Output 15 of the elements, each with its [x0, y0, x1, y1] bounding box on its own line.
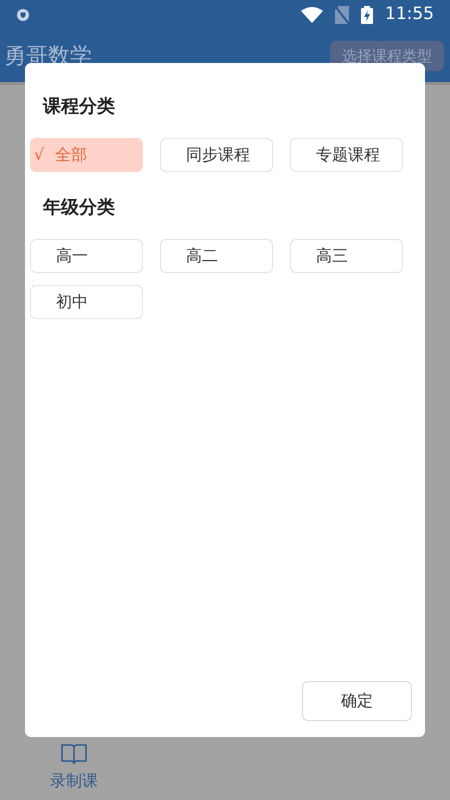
book-icon — [61, 743, 87, 765]
section-title: 年级分类 — [42, 196, 116, 220]
no-sim-icon — [335, 6, 349, 24]
option-chip[interactable]: 高三 — [290, 239, 403, 273]
option-chip[interactable]: 高二 — [160, 239, 273, 273]
battery-icon — [361, 6, 373, 24]
clock: 11:55 — [385, 3, 434, 26]
section-title: 课程分类 — [42, 95, 116, 119]
option-chip[interactable]: 高一 — [30, 239, 143, 273]
shield-icon — [16, 8, 30, 22]
wifi-icon — [301, 7, 323, 23]
confirm-button[interactable]: 确定 — [302, 681, 412, 721]
option-chip[interactable]: 初中 — [30, 285, 143, 319]
option-chip[interactable]: 专题课程 — [290, 138, 403, 172]
option-chip[interactable]: 同步课程 — [160, 138, 273, 172]
